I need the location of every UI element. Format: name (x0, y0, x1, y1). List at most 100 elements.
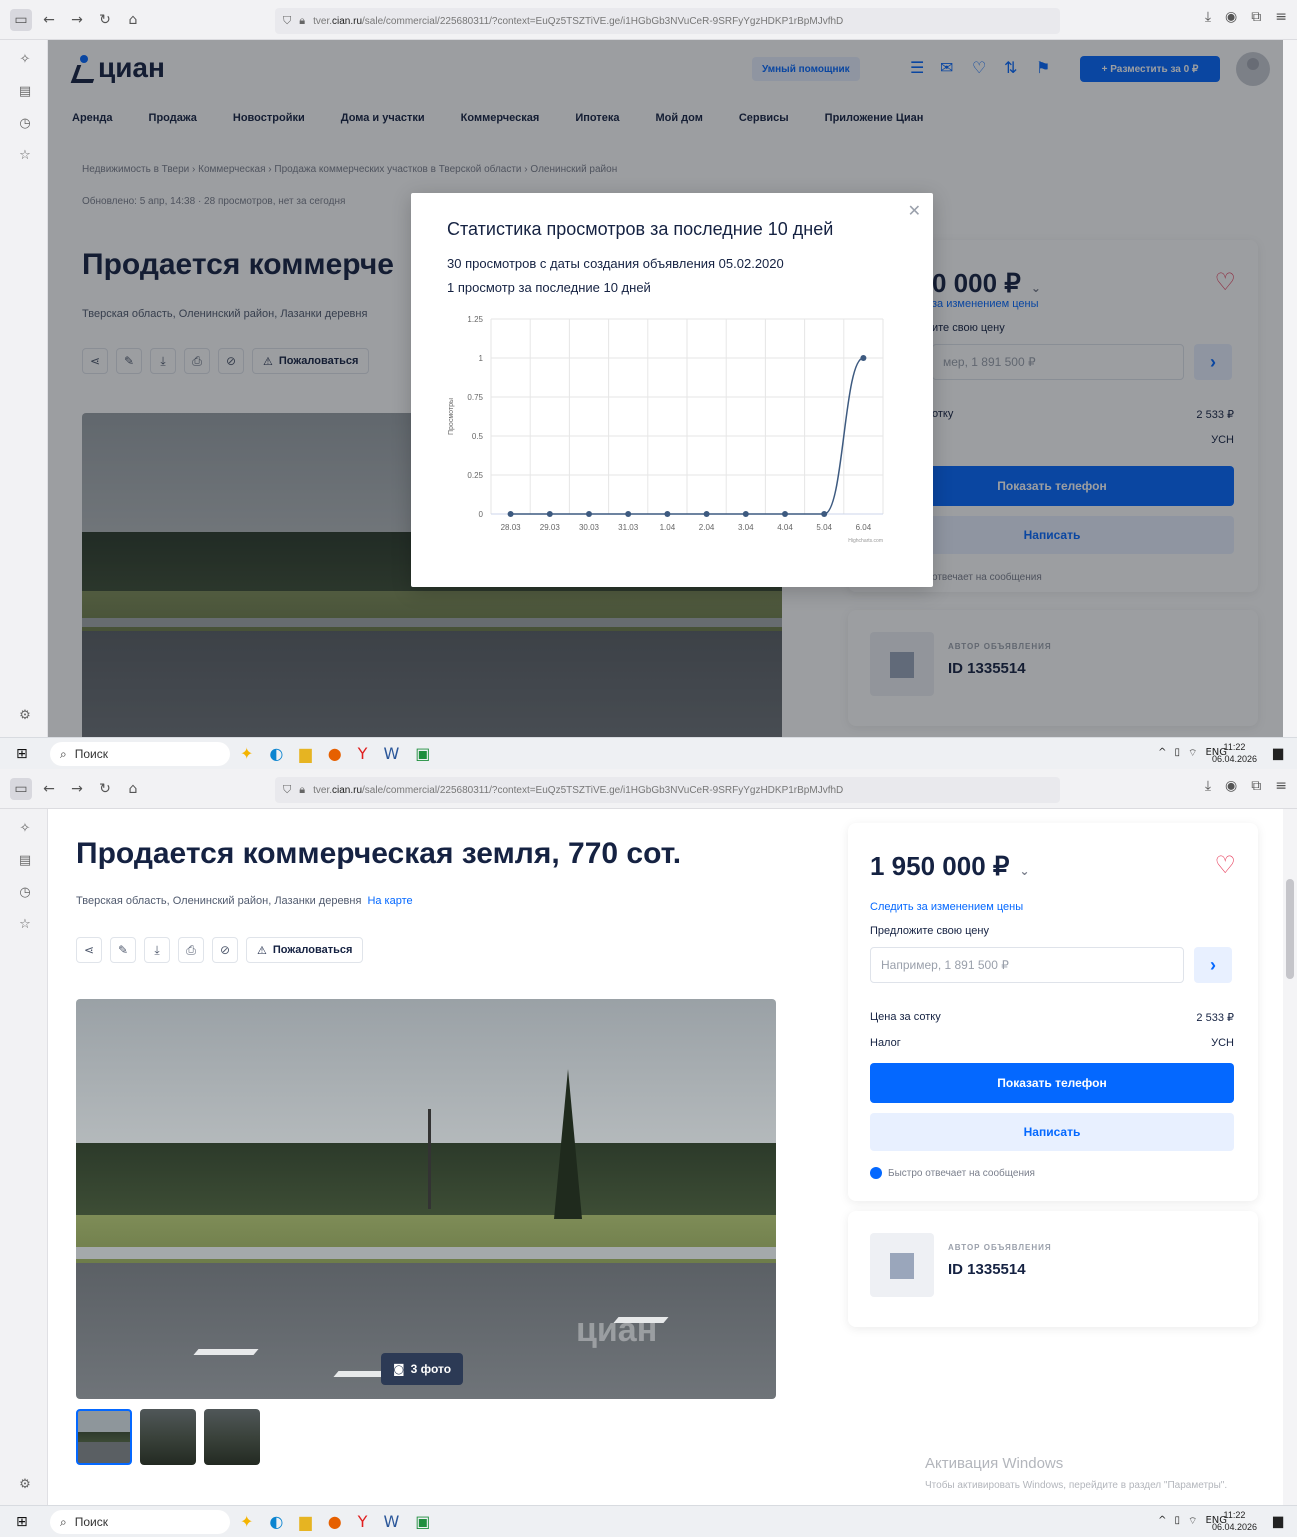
word-icon[interactable]: W (383, 1512, 399, 1531)
taskbar-search[interactable]: ⌕ Поиск (50, 742, 230, 766)
heart-icon[interactable]: ♡ (1214, 851, 1236, 879)
history-icon[interactable]: ◷ (16, 116, 34, 134)
show-phone-button[interactable]: Показать телефон (870, 1063, 1234, 1103)
address-bar[interactable]: ⛉ 🔒︎ tver. cian.ru/sale/commercial/225680… (275, 8, 1060, 34)
chevron-up-icon[interactable]: ^ (1158, 747, 1166, 760)
warning-icon: ⚠ (257, 943, 267, 957)
reload-icon[interactable]: ↻ (94, 778, 116, 800)
network-icon[interactable]: ⌔ (1188, 747, 1197, 760)
y-tick-label: 0.75 (467, 393, 483, 402)
download-icon[interactable]: ⤓ (1205, 778, 1211, 794)
y-tick-label: 0.25 (467, 471, 483, 480)
offer-input[interactable]: Например, 1 891 500 ₽ (870, 947, 1184, 983)
account-icon[interactable]: ◉ (1225, 778, 1237, 794)
edge-icon[interactable]: ◐ (269, 1512, 283, 1531)
notifications-icon[interactable]: ▆ (1273, 746, 1283, 761)
windows-activation-sub: Чтобы активировать Windows, перейдите в … (925, 1480, 1228, 1491)
windows-start-icon[interactable]: ⊞ (16, 746, 28, 762)
tabs-icon[interactable]: ▤ (16, 853, 34, 871)
extensions-icon[interactable]: ⧉ (1251, 778, 1261, 794)
photo-thumbnails (76, 1409, 260, 1465)
history-icon[interactable]: ◷ (16, 885, 34, 903)
cian-page: Продается коммерческая земля, 770 сот. Т… (48, 809, 1297, 1537)
settings-icon[interactable]: ⚙ (16, 708, 34, 726)
browser-sidebar: ✧ ▤ ◷ ☆ ⚙ (0, 809, 48, 1537)
thumbnail[interactable] (140, 1409, 196, 1465)
hide-icon[interactable]: ⊘ (212, 937, 238, 963)
sidebar-toggle-icon[interactable]: ▭ (10, 8, 32, 31)
settings-icon[interactable]: ⚙ (16, 1477, 34, 1495)
extensions-icon[interactable]: ⧉ (1251, 9, 1261, 25)
scrollbar[interactable] (1283, 809, 1297, 1537)
explorer-icon[interactable]: ▆ (299, 1512, 311, 1531)
download-icon[interactable]: ⤓ (144, 937, 170, 963)
reload-icon[interactable]: ↻ (94, 9, 116, 31)
sheets-icon[interactable]: ▣ (415, 1512, 430, 1531)
close-icon[interactable]: ✕ (908, 201, 921, 220)
sidebar-toggle-icon[interactable]: ▭ (10, 777, 32, 800)
address-bar[interactable]: ⛉ 🔒︎ tver. cian.ru/sale/commercial/225680… (275, 777, 1060, 803)
notifications-icon[interactable]: ▆ (1273, 1514, 1283, 1529)
edit-icon[interactable]: ✎ (110, 937, 136, 963)
page-title: Продается коммерческая земля, 770 сот. (76, 837, 682, 870)
url-domain: cian.ru (332, 784, 363, 796)
menu-icon[interactable]: ≡ (1275, 9, 1287, 25)
download-icon[interactable]: ⤓ (1205, 9, 1211, 25)
back-icon[interactable]: ← (38, 778, 60, 800)
ai-icon[interactable]: ✧ (16, 52, 34, 70)
clock-icon (870, 1167, 882, 1179)
taskbar-search[interactable]: ⌕ Поиск (50, 1510, 230, 1534)
forward-icon[interactable]: → (66, 9, 88, 31)
copilot-icon[interactable]: ✦ (240, 744, 253, 763)
y-tick-label: 0 (479, 510, 484, 519)
word-icon[interactable]: W (383, 744, 399, 763)
main-photo[interactable]: циан ◙ 3 фото (76, 999, 776, 1399)
yandex-icon[interactable]: Y (358, 744, 368, 763)
map-link[interactable]: На карте (367, 895, 412, 907)
thumbnail[interactable] (76, 1409, 132, 1465)
tax-row: Налог УСН (870, 1037, 1234, 1049)
copilot-icon[interactable]: ✦ (240, 1512, 253, 1531)
views-chart: 0 0.25 0.5 0.75 1 1.25 Просмотры 28.03 29.03 30.0… (448, 315, 884, 544)
tabs-icon[interactable]: ▤ (16, 84, 34, 102)
battery-icon[interactable]: ▯ (1175, 1515, 1181, 1528)
lock-icon: 🔒︎ (299, 14, 306, 27)
menu-icon[interactable]: ≡ (1275, 778, 1287, 794)
chevron-up-icon[interactable]: ^ (1158, 1515, 1166, 1528)
forward-icon[interactable]: → (66, 778, 88, 800)
network-icon[interactable]: ⌔ (1188, 1515, 1197, 1528)
account-icon[interactable]: ◉ (1225, 9, 1237, 25)
write-button[interactable]: Написать (870, 1113, 1234, 1151)
x-tick-label: 30.03 (579, 523, 600, 532)
battery-icon[interactable]: ▯ (1175, 747, 1181, 760)
complain-button[interactable]: ⚠ Пожаловаться (246, 937, 364, 963)
print-icon[interactable]: ⎙ (178, 937, 204, 963)
thumbnail[interactable] (204, 1409, 260, 1465)
yandex-icon[interactable]: Y (358, 1512, 368, 1531)
share-icon[interactable]: ⋖ (76, 937, 102, 963)
author-id[interactable]: ID 1335514 (948, 1261, 1026, 1278)
scrollbar-thumb[interactable] (1286, 879, 1294, 979)
sheets-icon[interactable]: ▣ (415, 744, 430, 763)
firefox-icon[interactable]: ● (328, 1512, 342, 1531)
photos-count-badge[interactable]: ◙ 3 фото (381, 1353, 464, 1385)
bookmarks-icon[interactable]: ☆ (16, 148, 34, 166)
clock[interactable]: 11:22 06.04.2026 (1212, 1509, 1257, 1533)
home-icon[interactable]: ⌂ (122, 778, 144, 800)
bookmarks-icon[interactable]: ☆ (16, 917, 34, 935)
home-icon[interactable]: ⌂ (122, 9, 144, 31)
scrollbar[interactable] (1283, 40, 1297, 769)
camera-icon: ◙ (393, 1362, 405, 1376)
windows-start-icon[interactable]: ⊞ (16, 1514, 28, 1530)
follow-price-link[interactable]: Следить за изменением цены (870, 901, 1023, 913)
ai-icon[interactable]: ✧ (16, 821, 34, 839)
chevron-down-icon[interactable]: ⌄ (1019, 864, 1029, 878)
firefox-icon[interactable]: ● (328, 744, 342, 763)
browser-toolbar: ▭ ← → ↻ ⌂ ⛉ 🔒︎ tver. cian.ru/sale/commerc… (0, 0, 1297, 40)
chevron-right-icon[interactable]: › (1194, 947, 1232, 983)
edge-icon[interactable]: ◐ (269, 744, 283, 763)
back-icon[interactable]: ← (38, 9, 60, 31)
explorer-icon[interactable]: ▆ (299, 744, 311, 763)
screenshot-bottom: ▭ ← → ↻ ⌂ ⛉ 🔒︎ tver. cian.ru/sale/commerc… (0, 769, 1297, 1537)
clock[interactable]: 11:22 06.04.2026 (1212, 741, 1257, 765)
